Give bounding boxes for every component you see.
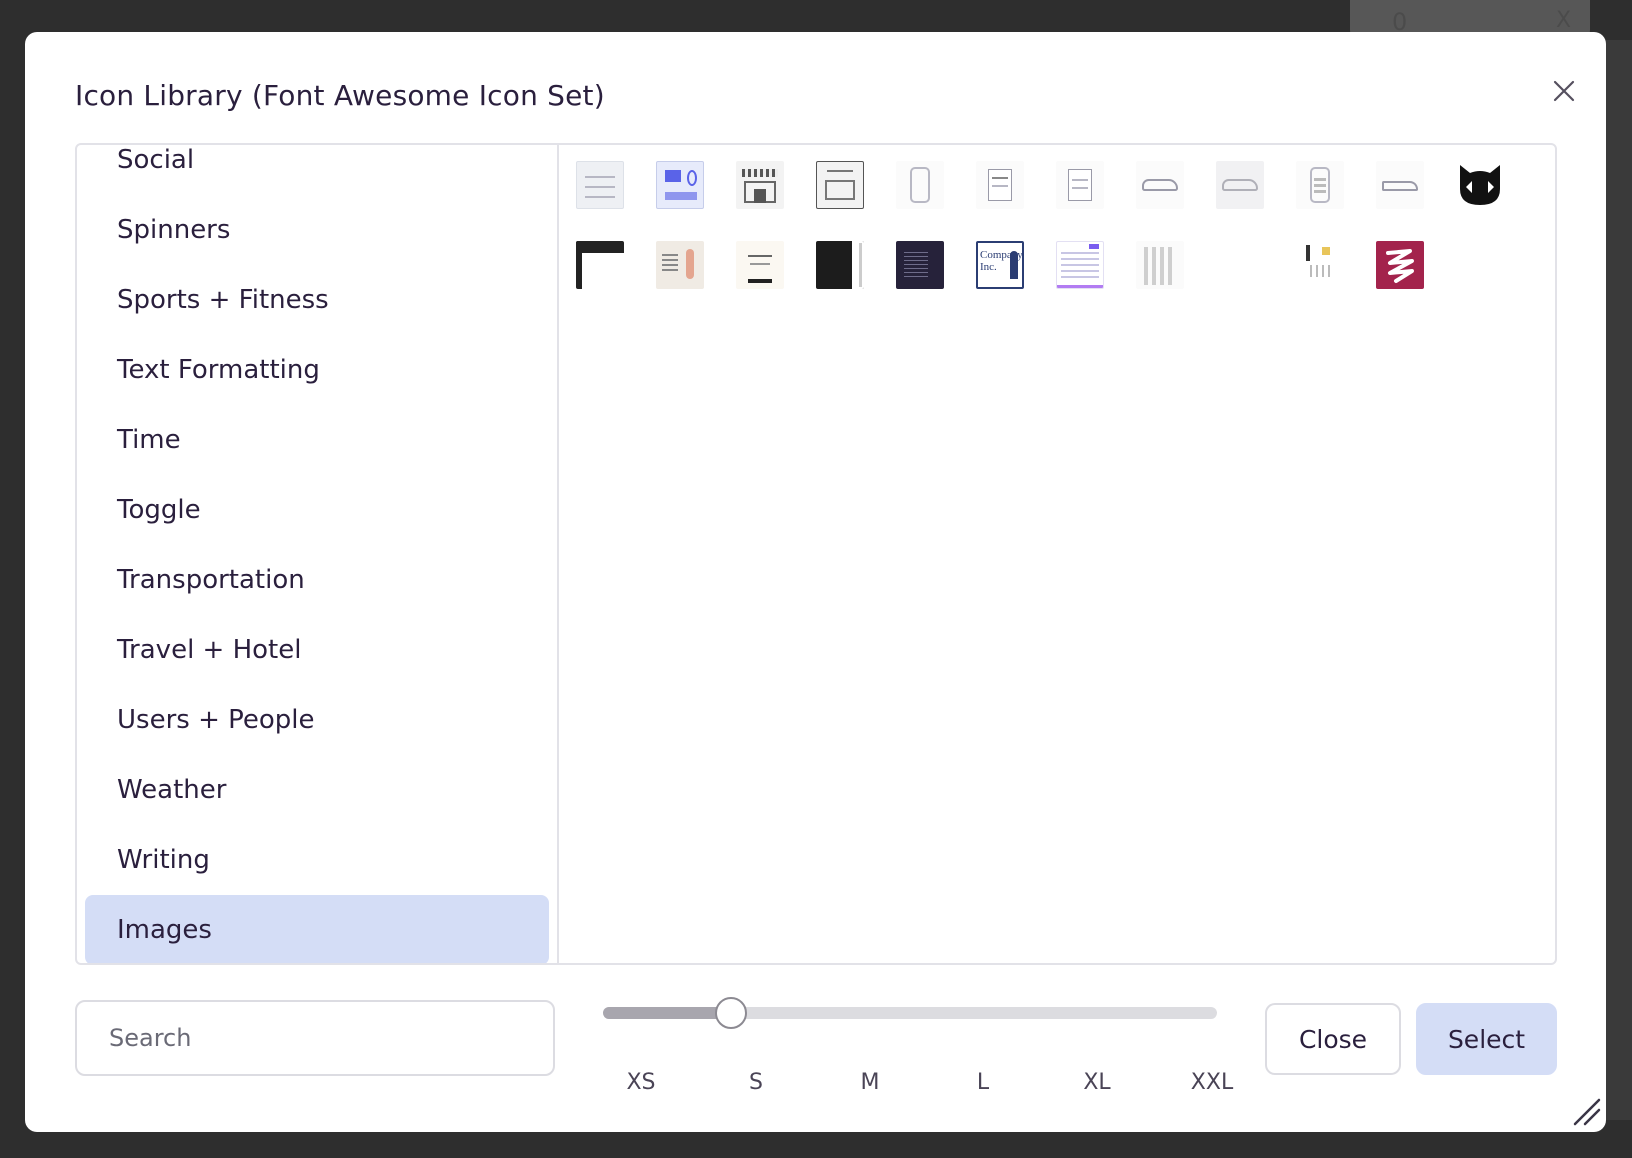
size-slider-fill bbox=[603, 1007, 731, 1019]
category-item-toggle[interactable]: Toggle bbox=[85, 475, 549, 545]
size-label-m[interactable]: M bbox=[861, 1070, 880, 1095]
category-label: Social bbox=[117, 145, 195, 175]
phone-mockup-thumbnail[interactable] bbox=[896, 161, 944, 209]
library-content: Social Spinners Sports + Fitness Text Fo… bbox=[75, 143, 1557, 965]
car-sketch-thumbnail[interactable] bbox=[1136, 161, 1184, 209]
category-item-sports-fitness[interactable]: Sports + Fitness bbox=[85, 265, 549, 335]
table-ui-thumbnail[interactable] bbox=[1056, 241, 1104, 289]
category-item-time[interactable]: Time bbox=[85, 405, 549, 475]
category-label: Users + People bbox=[117, 705, 315, 735]
cat-logo-thumbnail[interactable] bbox=[1456, 161, 1504, 209]
photo-collage-thumbnail[interactable] bbox=[656, 241, 704, 289]
car-side-thumbnail[interactable] bbox=[1376, 161, 1424, 209]
category-label: Transportation bbox=[117, 565, 305, 595]
category-label: Text Formatting bbox=[117, 355, 320, 385]
blank-thumbnail[interactable] bbox=[1216, 241, 1264, 289]
category-item-writing[interactable]: Writing bbox=[85, 825, 549, 895]
category-label: Toggle bbox=[117, 495, 201, 525]
size-label-s[interactable]: S bbox=[749, 1070, 763, 1095]
background-field-clear: X bbox=[1556, 8, 1572, 33]
category-sidebar[interactable]: Social Spinners Sports + Fitness Text Fo… bbox=[77, 145, 559, 963]
category-item-images[interactable]: Images bbox=[85, 895, 549, 963]
phone-grid-thumbnail[interactable] bbox=[1296, 161, 1344, 209]
category-item-transportation[interactable]: Transportation bbox=[85, 545, 549, 615]
icon-library-modal: Icon Library (Font Awesome Icon Set) Soc… bbox=[25, 32, 1606, 1132]
category-label: Sports + Fitness bbox=[117, 285, 329, 315]
size-slider-handle[interactable] bbox=[715, 997, 747, 1029]
dashboard-thumbnail[interactable] bbox=[656, 161, 704, 209]
size-label-xl[interactable]: XL bbox=[1083, 1070, 1110, 1095]
wireframe-thumbnail[interactable] bbox=[576, 161, 624, 209]
category-label: Writing bbox=[117, 845, 210, 875]
category-label: Images bbox=[117, 915, 212, 945]
document-thumbnail[interactable] bbox=[1056, 161, 1104, 209]
size-slider[interactable] bbox=[603, 997, 1217, 1029]
size-label-xs[interactable]: XS bbox=[626, 1070, 655, 1095]
storefront-sketch-thumbnail[interactable] bbox=[736, 161, 784, 209]
modal-title: Icon Library (Font Awesome Icon Set) bbox=[75, 79, 605, 112]
car-photo-thumbnail[interactable] bbox=[1216, 161, 1264, 209]
category-item-spinners[interactable]: Spinners bbox=[85, 195, 549, 265]
search-input[interactable] bbox=[75, 1000, 555, 1076]
dark-editor-thumbnail[interactable] bbox=[576, 241, 624, 289]
category-item-travel-hotel[interactable]: Travel + Hotel bbox=[85, 615, 549, 685]
category-item-users-people[interactable]: Users + People bbox=[85, 685, 549, 755]
close-icon[interactable] bbox=[1541, 68, 1587, 114]
category-item-weather[interactable]: Weather bbox=[85, 755, 549, 825]
close-button[interactable]: Close bbox=[1265, 1003, 1401, 1075]
house-sketch-thumbnail[interactable] bbox=[816, 161, 864, 209]
cosmetics-thumbnail[interactable] bbox=[1136, 241, 1184, 289]
size-slider-labels: XS S M L XL XXL bbox=[603, 1070, 1243, 1100]
select-button[interactable]: Select bbox=[1416, 1003, 1557, 1075]
category-label: Travel + Hotel bbox=[117, 635, 302, 665]
size-label-xxl[interactable]: XXL bbox=[1191, 1070, 1233, 1095]
category-item-text-formatting[interactable]: Text Formatting bbox=[85, 335, 549, 405]
image-grid-row bbox=[576, 161, 1555, 241]
image-grid: Company Inc. bbox=[561, 145, 1555, 963]
company-logo-text: Company Inc. bbox=[980, 249, 1023, 273]
company-logo-thumbnail[interactable]: Company Inc. bbox=[976, 241, 1024, 289]
category-label: Time bbox=[117, 425, 181, 455]
document-thumbnail[interactable] bbox=[976, 161, 1024, 209]
size-label-l[interactable]: L bbox=[977, 1070, 989, 1095]
text-card-thumbnail[interactable] bbox=[736, 241, 784, 289]
image-grid-row: Company Inc. bbox=[576, 241, 1555, 321]
resize-handle-icon[interactable] bbox=[1571, 1096, 1601, 1126]
code-screen-thumbnail[interactable] bbox=[896, 241, 944, 289]
product-collage-thumbnail[interactable] bbox=[1296, 241, 1344, 289]
category-label: Spinners bbox=[117, 215, 231, 245]
category-label: Weather bbox=[117, 775, 227, 805]
brand-logo-thumbnail[interactable] bbox=[1376, 241, 1424, 289]
dark-panel-thumbnail[interactable] bbox=[816, 241, 864, 289]
category-list: Social Spinners Sports + Fitness Text Fo… bbox=[85, 145, 549, 963]
category-item-social[interactable]: Social bbox=[85, 145, 549, 195]
